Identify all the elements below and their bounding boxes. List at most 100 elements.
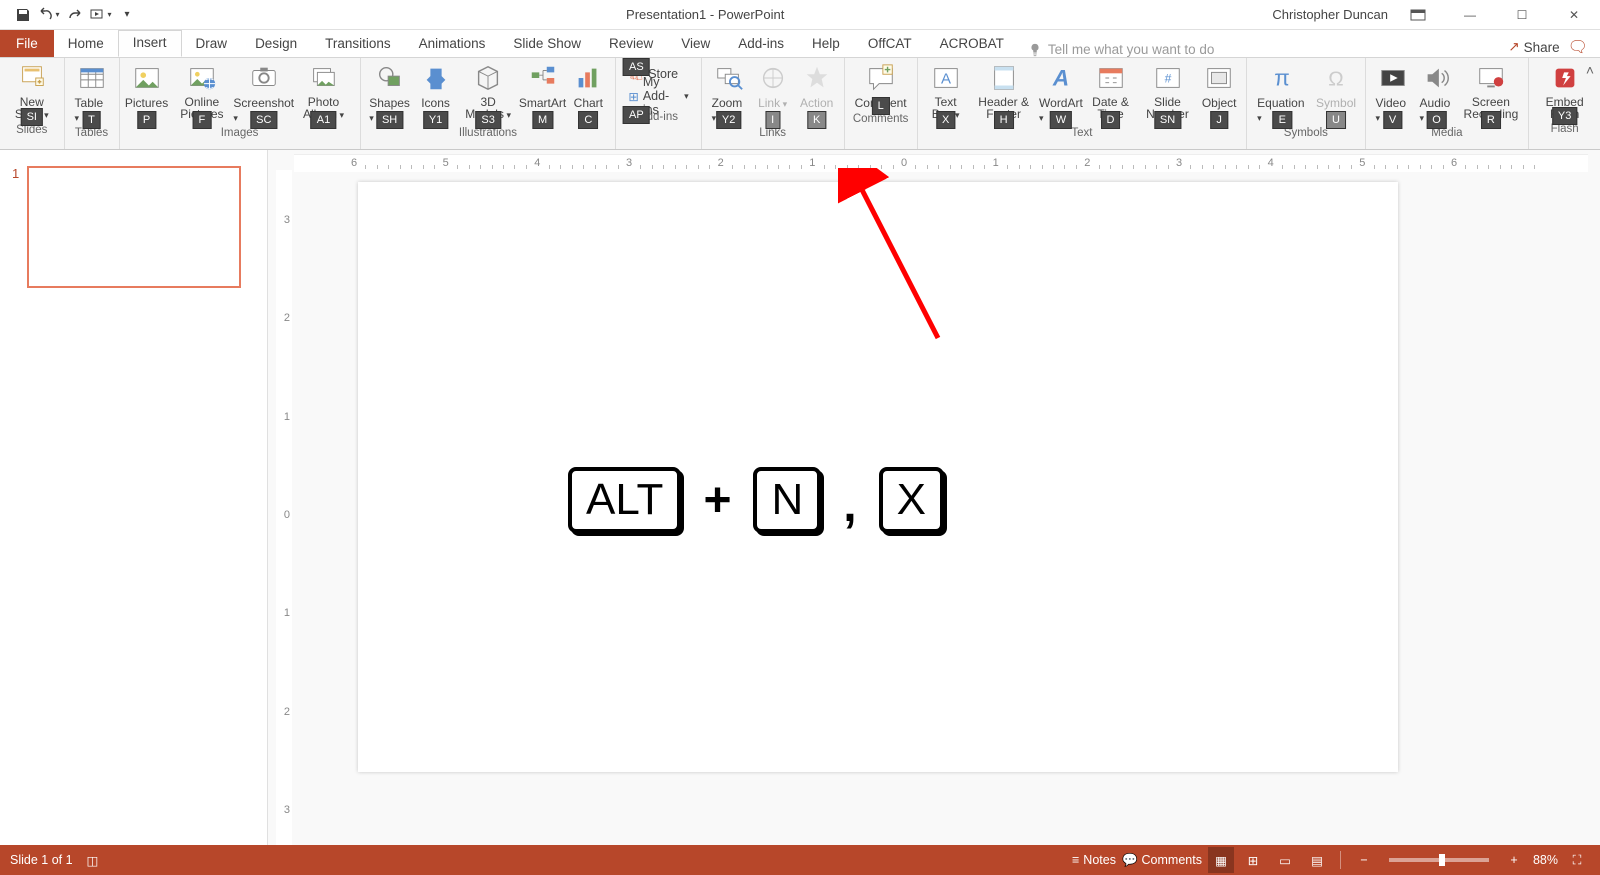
- tab-slideshow[interactable]: Slide Show: [499, 32, 595, 57]
- tab-file[interactable]: File: [0, 30, 54, 57]
- tab-home[interactable]: Home: [54, 32, 118, 57]
- zoom-in-icon[interactable]: +: [1501, 847, 1527, 873]
- close-icon[interactable]: ✕: [1552, 1, 1596, 29]
- slide-indicator[interactable]: Slide 1 of 1: [10, 853, 73, 867]
- my-addins-button[interactable]: ⊞My Add-ins ▾: [628, 86, 688, 106]
- tab-transitions[interactable]: Transitions: [311, 32, 405, 57]
- tab-view[interactable]: View: [667, 32, 724, 57]
- slide[interactable]: ALT + N , X: [358, 182, 1398, 772]
- equation-button[interactable]: π Equation ▾ E: [1253, 60, 1311, 126]
- tab-review[interactable]: Review: [595, 32, 667, 57]
- title-right: Christopher Duncan — ☐ ✕: [1272, 1, 1600, 29]
- photo-album-button[interactable]: Photo Album ▾ A1: [293, 60, 353, 126]
- action-button: Action K: [796, 60, 838, 126]
- comments-pane-icon[interactable]: 🗨: [1568, 37, 1588, 57]
- undo-icon[interactable]: ▾: [38, 4, 60, 26]
- header-footer-button[interactable]: Header & Footer H: [970, 60, 1038, 126]
- minimize-icon[interactable]: —: [1448, 1, 1492, 29]
- slideshow-view-icon[interactable]: ▤: [1304, 847, 1330, 873]
- group-symbols: π Equation ▾ E Ω Symbol U Symbols: [1247, 58, 1365, 149]
- horizontal-ruler[interactable]: 6543210123456: [294, 154, 1588, 172]
- tab-offcat[interactable]: OffCAT: [854, 32, 926, 57]
- plus-symbol: +: [703, 473, 731, 528]
- object-button[interactable]: Object J: [1198, 60, 1240, 126]
- ribbon-tabs: File Home Insert Draw Design Transitions…: [0, 30, 1600, 58]
- date-time-button[interactable]: Date & Time D: [1084, 60, 1137, 126]
- new-slide-button[interactable]: New Slide ▾ SI: [6, 60, 58, 123]
- tab-acrobat[interactable]: ACROBAT: [926, 32, 1018, 57]
- group-images: Pictures P Online Pictures F Screenshot …: [120, 58, 361, 149]
- zoom-out-icon[interactable]: −: [1351, 847, 1377, 873]
- icons-button[interactable]: Icons Y1: [415, 60, 457, 126]
- wordart-icon: A: [1045, 62, 1077, 94]
- comment-button[interactable]: Comment L: [851, 60, 911, 112]
- normal-view-icon[interactable]: ▦: [1208, 847, 1234, 873]
- user-name[interactable]: Christopher Duncan: [1272, 7, 1388, 22]
- text-box-button[interactable]: A Text Box ▾ X: [924, 60, 968, 126]
- zoom-button[interactable]: Zoom ▾ Y2: [708, 60, 750, 126]
- icons-icon: [420, 62, 452, 94]
- symbol-icon: Ω: [1320, 62, 1352, 94]
- pictures-icon: [131, 62, 163, 94]
- redo-icon[interactable]: [64, 4, 86, 26]
- comma-symbol: ,: [843, 478, 856, 533]
- object-icon: [1203, 62, 1235, 94]
- zoom-slider[interactable]: [1389, 858, 1489, 862]
- tell-me-search[interactable]: Tell me what you want to do: [1028, 42, 1509, 57]
- screenshot-button[interactable]: Screenshot ▾ SC: [236, 60, 291, 126]
- shapes-button[interactable]: Shapes ▾ SH: [367, 60, 413, 126]
- tab-addins[interactable]: Add-ins: [724, 32, 798, 57]
- tab-insert[interactable]: Insert: [118, 30, 182, 57]
- pictures-button[interactable]: Pictures P: [126, 60, 168, 126]
- workspace: 1 6543210123456 ALT + N , X: [0, 150, 1600, 845]
- accessibility-icon[interactable]: ◫: [87, 853, 99, 868]
- header-footer-icon: [988, 62, 1020, 94]
- chart-button[interactable]: Chart C: [567, 60, 609, 126]
- screen-recording-button[interactable]: Screen Recording R: [1460, 60, 1523, 126]
- slide-sorter-icon[interactable]: ⊞: [1240, 847, 1266, 873]
- share-button[interactable]: ↗Share: [1508, 39, 1559, 55]
- vertical-ruler[interactable]: 3210123: [276, 170, 292, 845]
- window-title: Presentation1 - PowerPoint: [138, 7, 1272, 22]
- zoom-level[interactable]: 88%: [1533, 853, 1558, 867]
- qat-customize-icon[interactable]: ▾: [116, 4, 138, 26]
- comments-button[interactable]: 💬 Comments: [1122, 847, 1202, 873]
- tab-animations[interactable]: Animations: [405, 32, 500, 57]
- group-tables: Table ▾ T Tables: [65, 58, 120, 149]
- tab-design[interactable]: Design: [241, 32, 311, 57]
- slide-number-button[interactable]: # Slide Number SN: [1139, 60, 1196, 126]
- audio-icon: [1421, 62, 1453, 94]
- video-button[interactable]: Video ▾ V: [1372, 60, 1414, 126]
- slide-canvas-area[interactable]: 6543210123456 ALT + N , X: [268, 150, 1600, 845]
- collapse-ribbon-icon[interactable]: ˄: [1586, 62, 1594, 78]
- link-icon: [757, 62, 789, 94]
- svg-text:#: #: [1164, 72, 1171, 86]
- fit-to-window-icon[interactable]: ⛶: [1564, 847, 1590, 873]
- save-icon[interactable]: [12, 4, 34, 26]
- ribbon-display-icon[interactable]: [1396, 1, 1440, 29]
- smartart-button[interactable]: SmartArt M: [520, 60, 566, 126]
- maximize-icon[interactable]: ☐: [1500, 1, 1544, 29]
- audio-button[interactable]: Audio ▾ O: [1416, 60, 1458, 126]
- link-button: Link ▾ I: [752, 60, 794, 126]
- slide-thumbnail-1[interactable]: [27, 166, 241, 288]
- svg-text:A: A: [941, 71, 951, 88]
- x-keycap: X: [879, 467, 944, 533]
- thumbnail-number: 1: [12, 166, 19, 288]
- notes-button[interactable]: ≡ Notes: [1072, 847, 1116, 873]
- photo-album-icon: [307, 62, 339, 94]
- 3d-models-button[interactable]: 3D Models ▾ S3: [459, 60, 518, 126]
- tab-draw[interactable]: Draw: [182, 32, 242, 57]
- lightbulb-icon: [1028, 43, 1042, 57]
- online-pictures-button[interactable]: Online Pictures F: [170, 60, 235, 126]
- table-button[interactable]: Table ▾ T: [71, 60, 113, 126]
- tab-help[interactable]: Help: [798, 32, 854, 57]
- wordart-button[interactable]: A WordArt ▾ W: [1040, 60, 1082, 126]
- reading-view-icon[interactable]: ▭: [1272, 847, 1298, 873]
- quick-access-toolbar: ▾ ▾ ▾: [0, 4, 138, 26]
- ribbon: New Slide ▾ SI Slides Table ▾ T Tables P…: [0, 58, 1600, 150]
- screen-recording-icon: [1475, 62, 1507, 94]
- shapes-icon: [374, 62, 406, 94]
- start-from-beginning-icon[interactable]: ▾: [90, 4, 112, 26]
- slide-thumbnails-pane[interactable]: 1: [0, 150, 268, 845]
